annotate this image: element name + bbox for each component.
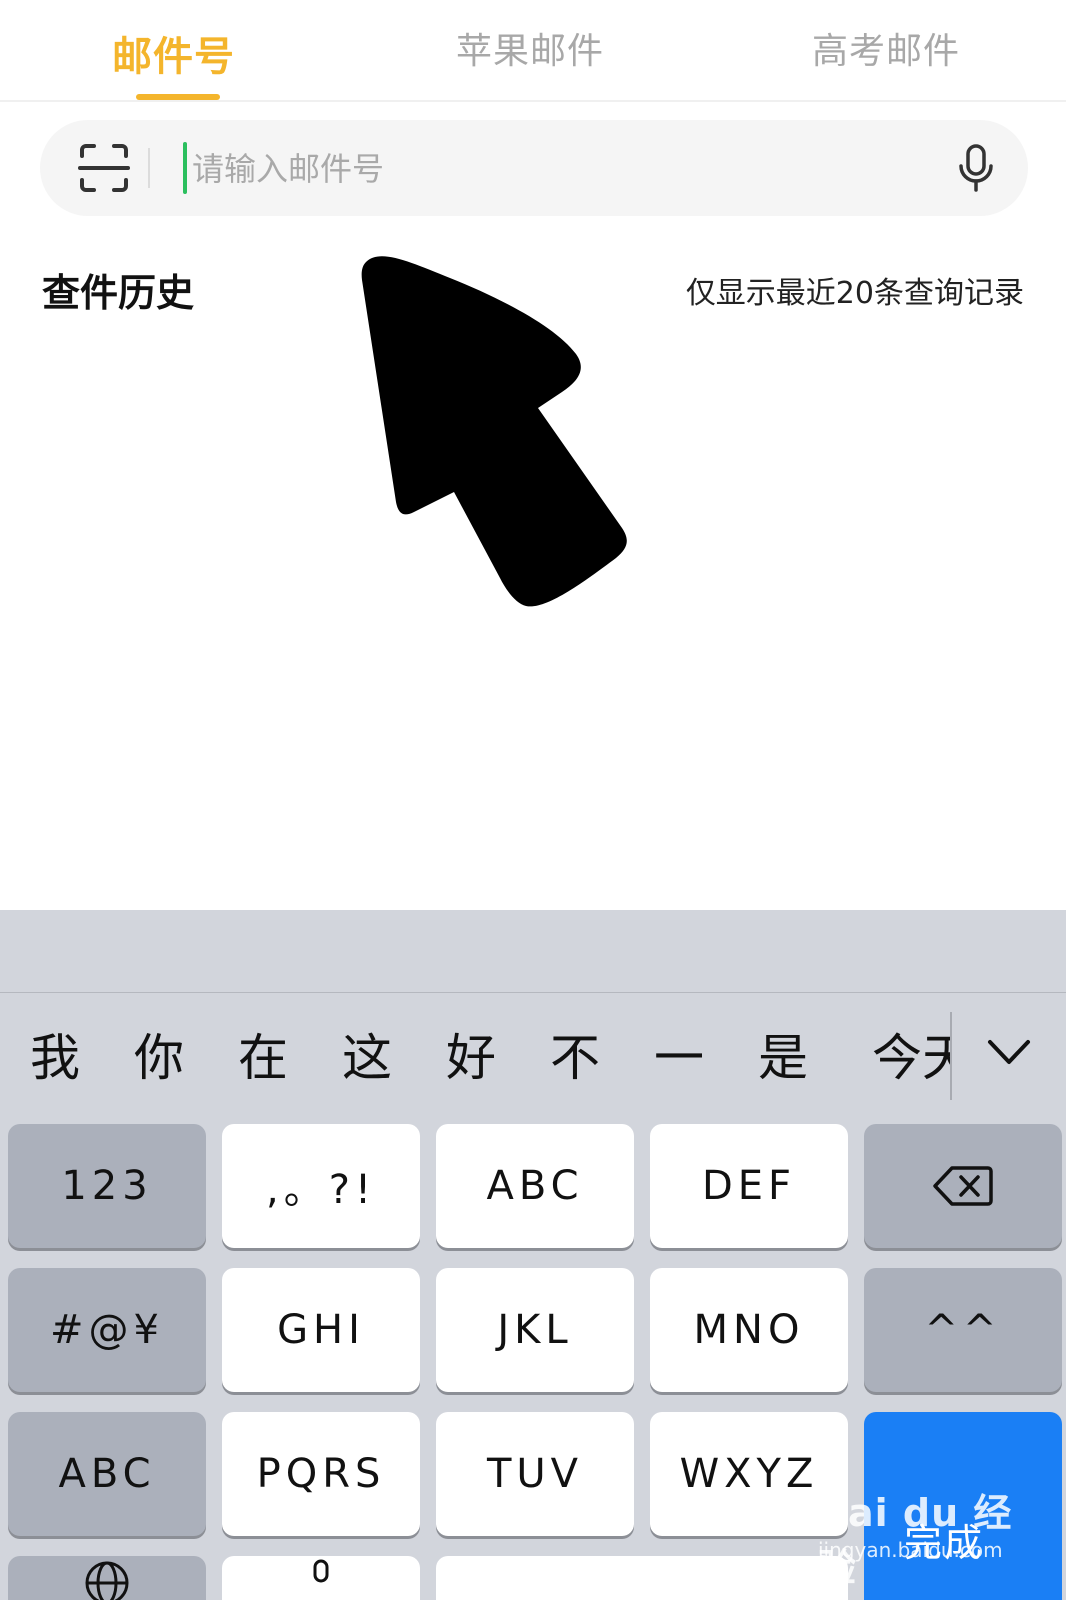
candidate-partial-wrapper: 今天 — [872, 1018, 950, 1088]
key-symbols[interactable]: #@¥ — [8, 1268, 206, 1392]
scan-icon[interactable] — [78, 142, 130, 194]
active-tab-indicator — [136, 94, 220, 100]
key-def[interactable]: DEF — [650, 1124, 848, 1248]
search-bar — [40, 120, 1028, 216]
candidate-word[interactable]: 在 — [238, 1018, 288, 1090]
search-divider — [148, 148, 150, 188]
candidate-word[interactable]: 一 — [654, 1018, 704, 1090]
globe-key[interactable] — [8, 1556, 206, 1600]
keyboard-toolbar — [0, 910, 1066, 993]
watermark: Bai du 经验 jingyan.baidu.com — [818, 1482, 1018, 1590]
tab-mail-number[interactable]: 邮件号 — [112, 24, 235, 82]
tab-bar: 邮件号 苹果邮件 高考邮件 — [0, 0, 1066, 102]
screen: 邮件号 苹果邮件 高考邮件 查件历史 仅显示最近20条查询记录 — [0, 0, 1066, 1600]
key-emoticon[interactable]: ^^ — [864, 1268, 1062, 1392]
key-jkl[interactable]: JKL — [436, 1268, 634, 1392]
microphone-small-icon — [313, 1559, 329, 1583]
tab-gaokao-mail[interactable]: 高考邮件 — [812, 22, 960, 74]
watermark-url: jingyan.baidu.com — [818, 1538, 1003, 1562]
chevron-down-icon[interactable] — [986, 1032, 1032, 1072]
key-switch-abc[interactable]: ABC — [8, 1412, 206, 1536]
candidate-word[interactable]: 不 — [550, 1018, 600, 1090]
key-punctuation[interactable]: ,。?! — [222, 1124, 420, 1248]
key-pqrs[interactable]: PQRS — [222, 1412, 420, 1536]
candidate-word[interactable]: 你 — [134, 1018, 184, 1090]
key-tuv[interactable]: TUV — [436, 1412, 634, 1536]
key-numbers[interactable]: 123 — [8, 1124, 206, 1248]
space-key[interactable] — [436, 1556, 848, 1600]
key-mno[interactable]: MNO — [650, 1268, 848, 1392]
candidate-bar: 我 你 在 这 好 不 一 是 今天 — [0, 1000, 1066, 1110]
microphone-key[interactable] — [222, 1556, 420, 1600]
candidate-divider — [950, 1012, 952, 1100]
text-caret — [183, 142, 187, 194]
backspace-icon — [933, 1166, 993, 1206]
key-abc[interactable]: ABC — [436, 1124, 634, 1248]
candidate-word[interactable]: 是 — [758, 1018, 808, 1090]
candidate-word[interactable]: 我 — [30, 1018, 80, 1090]
history-title: 查件历史 — [42, 271, 195, 315]
watermark-logo: Bai du 经验 — [818, 1491, 1013, 1590]
key-ghi[interactable]: GHI — [222, 1268, 420, 1392]
history-limit-note: 仅显示最近20条查询记录 — [685, 276, 1024, 311]
globe-icon — [85, 1561, 129, 1600]
pointer-arrow-icon — [361, 256, 627, 607]
candidate-word[interactable]: 好 — [446, 1018, 496, 1090]
mail-number-input[interactable] — [190, 138, 934, 200]
microphone-icon[interactable] — [950, 142, 1002, 194]
backspace-key[interactable] — [864, 1124, 1062, 1248]
candidate-word-partial[interactable]: 今天 — [872, 1018, 950, 1088]
candidate-word[interactable]: 这 — [342, 1018, 392, 1090]
tab-apple-mail[interactable]: 苹果邮件 — [456, 22, 604, 74]
